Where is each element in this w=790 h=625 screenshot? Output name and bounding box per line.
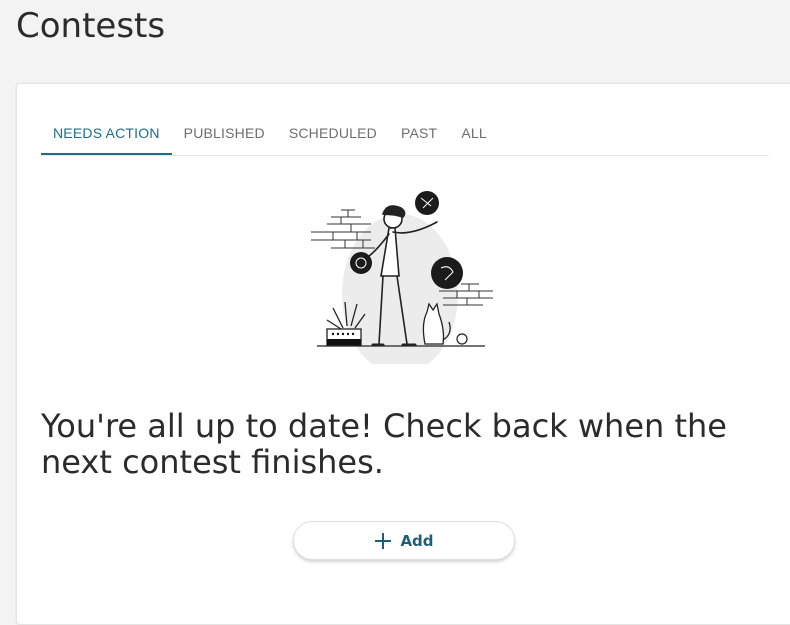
- contest-tabs: NEEDS ACTION PUBLISHED SCHEDULED PAST AL…: [41, 112, 769, 156]
- empty-state-illustration: [311, 191, 493, 364]
- contests-card: NEEDS ACTION PUBLISHED SCHEDULED PAST AL…: [16, 83, 790, 625]
- empty-state-message: You're all up to date! Check back when t…: [41, 407, 727, 481]
- tab-past[interactable]: PAST: [389, 112, 449, 155]
- add-button-label: Add: [400, 531, 434, 550]
- add-contest-button[interactable]: Add: [293, 521, 515, 560]
- page-title: Contests: [16, 6, 166, 46]
- tab-published[interactable]: PUBLISHED: [172, 112, 277, 155]
- tab-scheduled[interactable]: SCHEDULED: [277, 112, 389, 155]
- plus-icon: [375, 532, 392, 549]
- tab-all[interactable]: ALL: [449, 112, 499, 155]
- tab-needs-action[interactable]: NEEDS ACTION: [41, 112, 172, 155]
